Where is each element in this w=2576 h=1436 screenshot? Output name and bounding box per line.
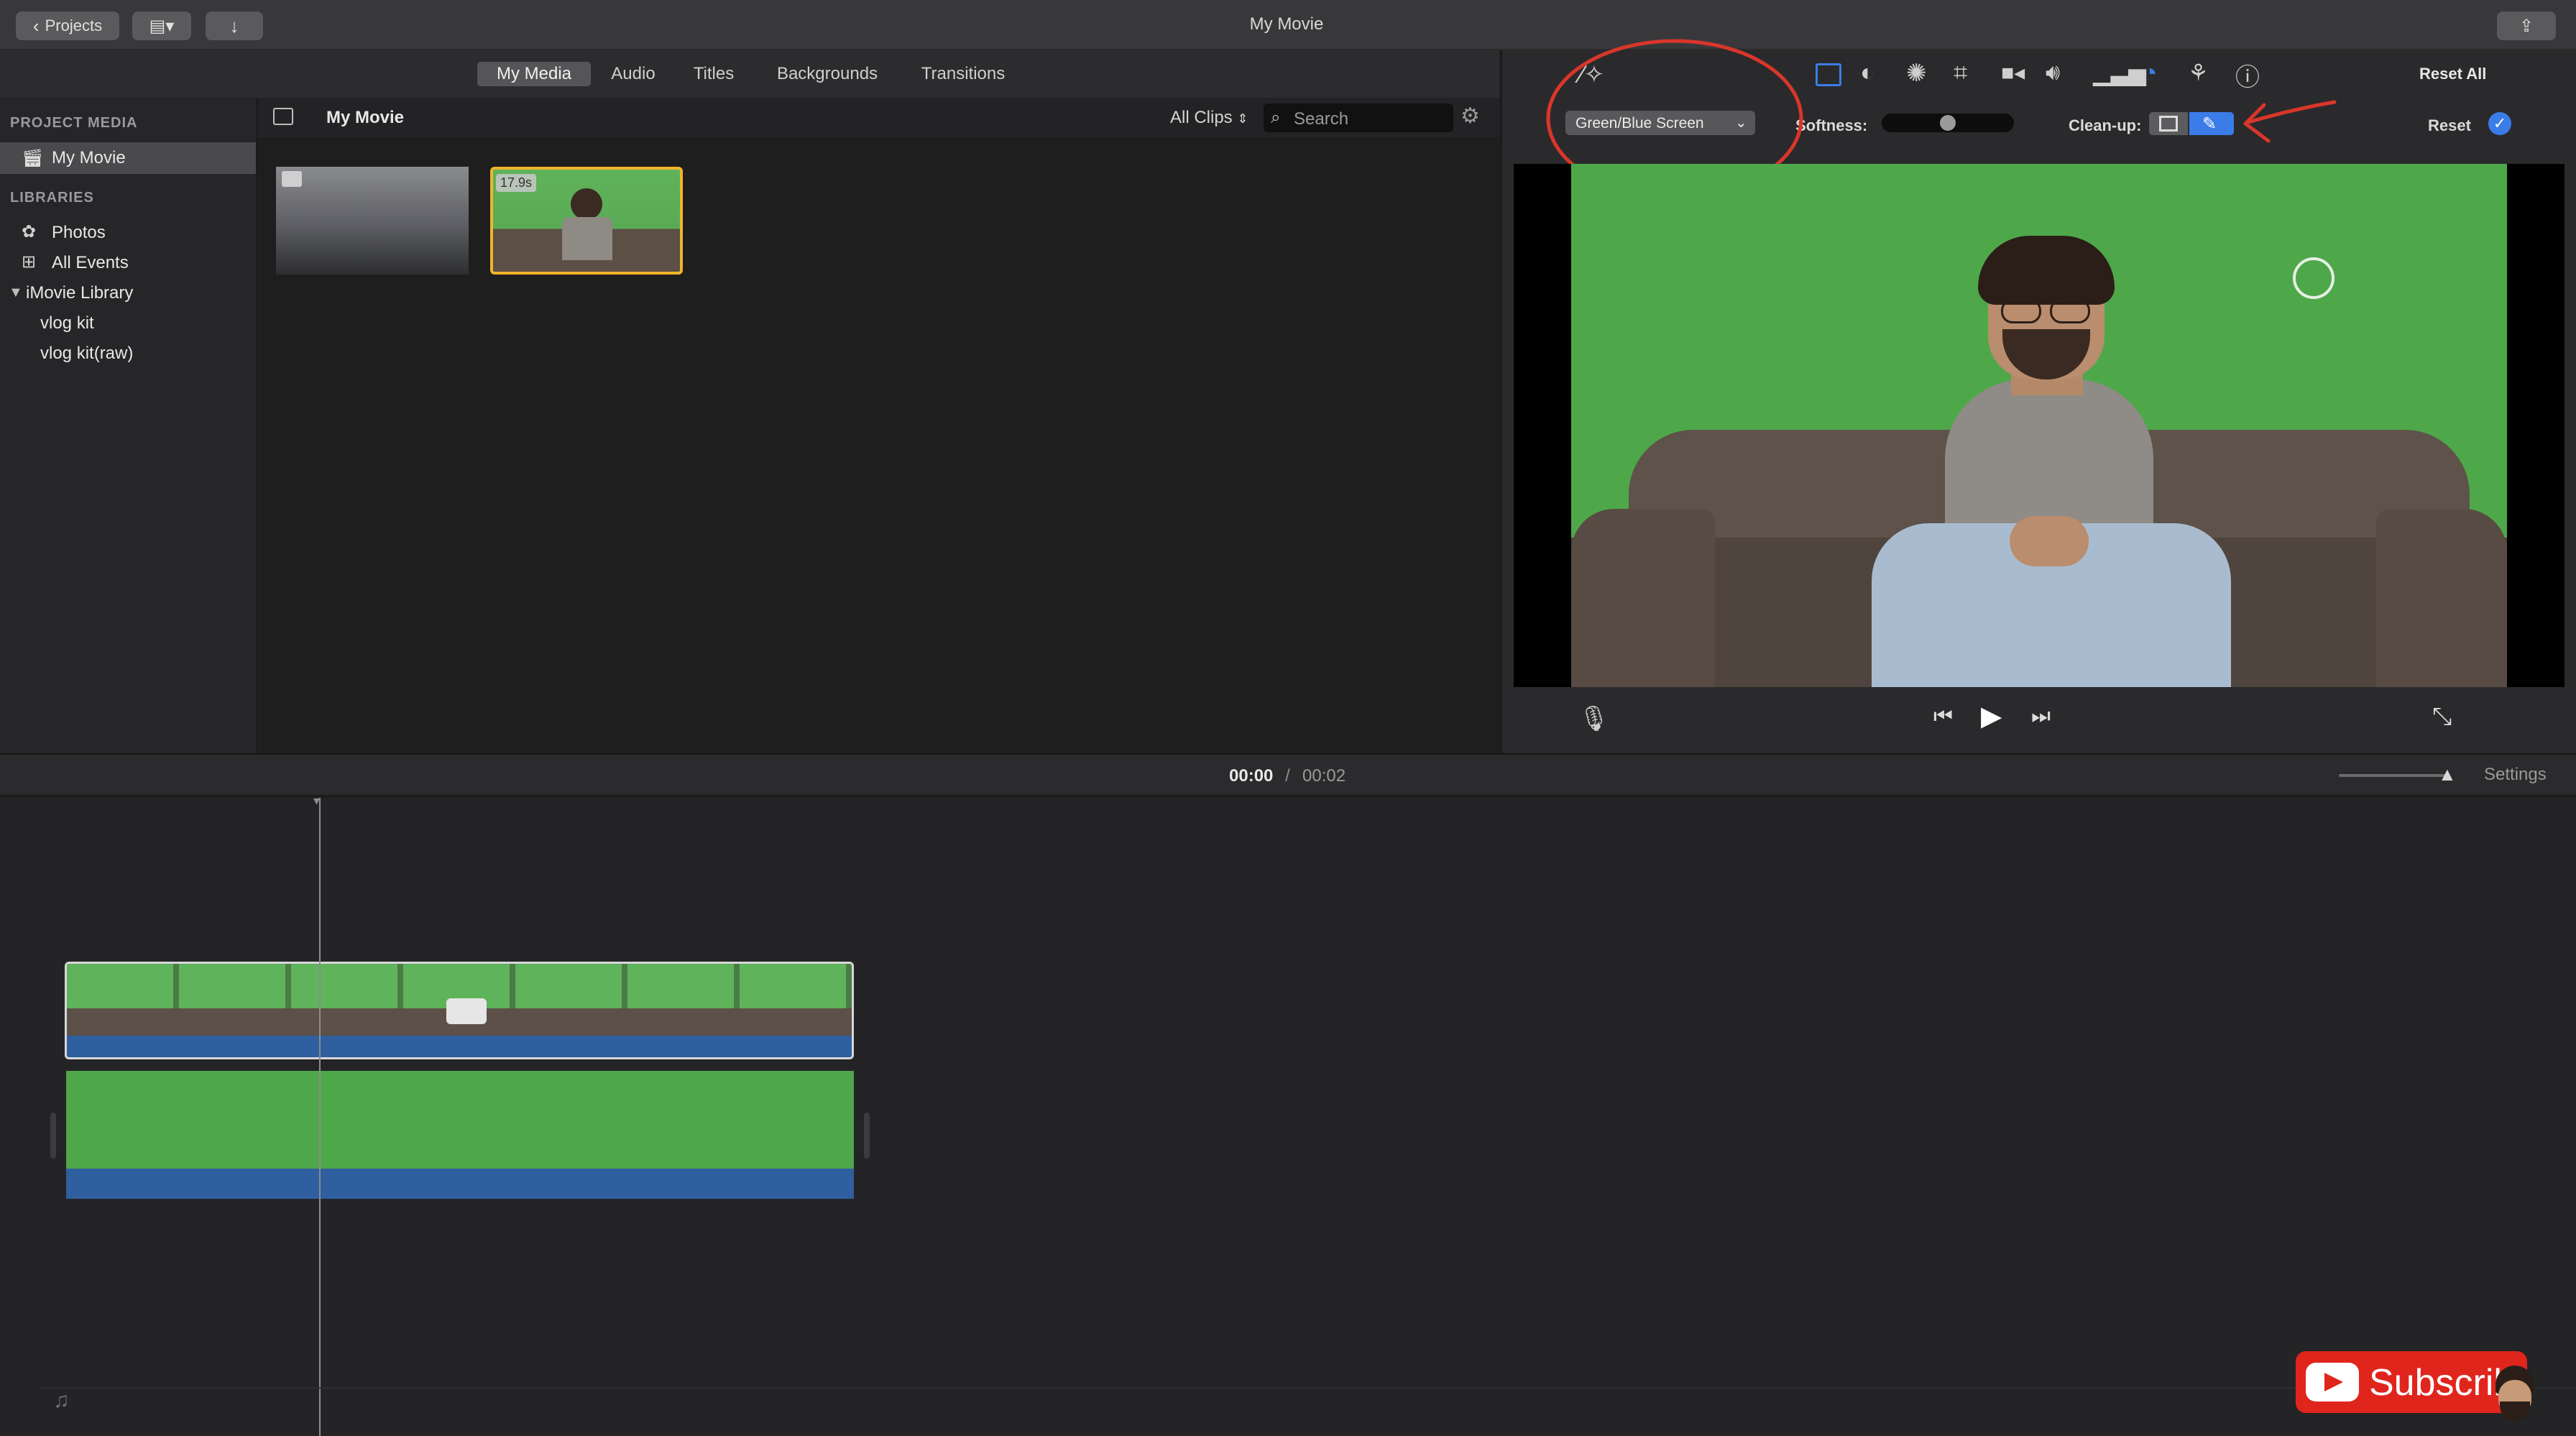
project-media-heading: PROJECT MEDIA bbox=[10, 115, 138, 131]
equalizer-icon[interactable]: ▁▃▅ bbox=[2093, 59, 2146, 86]
share-button[interactable]: ⇪ bbox=[2497, 11, 2556, 40]
apply-checkmark-icon[interactable]: ✓ bbox=[2488, 112, 2511, 135]
media-tabs-bar bbox=[0, 50, 1499, 98]
tab-titles[interactable]: Titles bbox=[683, 62, 745, 86]
music-lane bbox=[40, 1387, 2576, 1389]
title-bar: ‹ Projects ▤▾ ↓ My Movie ⇪ bbox=[0, 0, 2576, 50]
music-note-icon: ♫ bbox=[53, 1389, 70, 1412]
cursor-ring-icon bbox=[2293, 257, 2334, 299]
annotation-arrow bbox=[2243, 100, 2337, 143]
clip-audio-waveform bbox=[67, 1036, 852, 1057]
color-palette-icon[interactable]: ✺ bbox=[1906, 59, 1927, 88]
zoom-slider[interactable] bbox=[2339, 774, 2447, 777]
window-title: My Movie bbox=[1249, 14, 1324, 34]
total-time: 00:02 bbox=[1302, 766, 1346, 786]
clip-trim-handle-right[interactable] bbox=[864, 1113, 870, 1159]
crop-frame-icon bbox=[2159, 116, 2178, 132]
search-input[interactable]: ⌕ Search bbox=[1264, 103, 1453, 132]
clip-thumbnail-green-screen[interactable]: 17.9s bbox=[490, 167, 683, 275]
sidebar-item-vlog-kit-raw[interactable]: vlog kit(raw) bbox=[40, 344, 133, 364]
search-icon: ⌕ bbox=[1271, 108, 1281, 127]
zoom-slider-thumb[interactable]: ▲ bbox=[2438, 763, 2457, 786]
reset-button[interactable]: Reset bbox=[2428, 116, 2471, 135]
clip-sync-badge-icon bbox=[446, 998, 487, 1024]
sidebar-item-my-movie[interactable]: 🎬︎ My Movie bbox=[0, 142, 256, 174]
browser-title: My Movie bbox=[326, 108, 405, 127]
camera-icon bbox=[282, 171, 302, 187]
browser-toolbar: My Movie All Clips ⇕ ⌕ Search ⚙ bbox=[259, 98, 1499, 139]
cleanup-eraser-button[interactable]: ✎ bbox=[2189, 112, 2234, 135]
sidebar-toggle-icon[interactable] bbox=[273, 108, 293, 125]
overlay-green-clip[interactable] bbox=[66, 1071, 854, 1169]
tab-transitions[interactable]: Transitions bbox=[910, 62, 1016, 86]
fullscreen-icon[interactable]: ⤡ bbox=[2432, 703, 2452, 731]
import-button[interactable]: ↓ bbox=[206, 11, 263, 40]
disclosure-triangle-icon[interactable]: ▼ bbox=[9, 285, 23, 301]
person-hair bbox=[1978, 236, 2115, 305]
clip-trim-handle-left[interactable] bbox=[50, 1113, 56, 1159]
tab-backgrounds[interactable]: Backgrounds bbox=[768, 62, 887, 86]
cleanup-crop-button[interactable] bbox=[2149, 112, 2188, 135]
gear-icon[interactable]: ⚙ bbox=[1460, 103, 1480, 129]
tab-audio[interactable]: Audio bbox=[601, 62, 666, 86]
play-icon[interactable]: ▶ bbox=[1981, 700, 2002, 732]
avatar bbox=[2490, 1366, 2540, 1430]
eraser-icon: ✎ bbox=[2202, 114, 2217, 134]
current-time: 00:00 bbox=[1229, 766, 1274, 786]
crop-icon[interactable]: ⌗ bbox=[1954, 59, 1967, 87]
sidebar-item-vlog-kit[interactable]: vlog kit bbox=[40, 313, 94, 333]
reset-all-button[interactable]: Reset All bbox=[2419, 65, 2486, 83]
clip-thumbnail-background[interactable] bbox=[276, 167, 469, 275]
person-body bbox=[562, 217, 612, 260]
share-icon: ⇪ bbox=[2518, 16, 2534, 36]
clapper-icon: 🎬︎ bbox=[22, 149, 44, 168]
glasses-left bbox=[2001, 299, 2041, 323]
stabilization-camera-icon[interactable]: ■◂ bbox=[2001, 60, 2025, 86]
clip-filter-icon[interactable]: ⚘ bbox=[2188, 59, 2209, 86]
microphone-icon[interactable]: 🎙︎ bbox=[1578, 704, 1609, 733]
sidebar-item-all-events[interactable]: ⊞ All Events bbox=[0, 249, 256, 277]
cleanup-label: Clean-up: bbox=[2069, 116, 2142, 134]
youtube-play-icon bbox=[2306, 1363, 2359, 1402]
color-balance-icon[interactable]: ◐ bbox=[1860, 59, 1875, 87]
libraries-heading: LIBRARIES bbox=[10, 190, 94, 206]
time-separator: / bbox=[1285, 766, 1290, 786]
chevron-left-icon: ‹ bbox=[32, 14, 40, 37]
speed-icon[interactable]: ◔ bbox=[2142, 57, 2158, 88]
couch-arm-right bbox=[2376, 509, 2507, 687]
settings-button[interactable]: Settings bbox=[2484, 765, 2547, 785]
sidebar-item-photos[interactable]: ✿ Photos bbox=[0, 218, 256, 247]
sidebar-item-imovie-library[interactable]: ▼ iMovie Library bbox=[0, 279, 256, 308]
green-screen-frame bbox=[1571, 164, 2507, 687]
softness-slider-knob[interactable] bbox=[1940, 115, 1956, 131]
all-clips-filter[interactable]: All Clips ⇕ bbox=[1170, 108, 1248, 128]
film-strip-icon: ▤▾ bbox=[149, 16, 175, 36]
skip-forward-icon[interactable]: ⏭ bbox=[2031, 704, 2051, 729]
download-arrow-icon: ↓ bbox=[229, 14, 239, 37]
playhead[interactable] bbox=[319, 798, 321, 1436]
tab-my-media[interactable]: My Media bbox=[477, 62, 591, 86]
video-overlay-icon[interactable] bbox=[1816, 63, 1841, 86]
timeline-toolbar: 00:00 / 00:02 ▲ Settings bbox=[0, 753, 2576, 796]
person-thumbnail bbox=[571, 188, 602, 220]
photos-icon: ✿ bbox=[22, 222, 37, 241]
couch-arm-left bbox=[1571, 509, 1715, 687]
overlay-clip-audio[interactable] bbox=[66, 1169, 854, 1199]
up-down-chevron-icon: ⇕ bbox=[1237, 111, 1248, 126]
clip-duration-badge: 17.9s bbox=[496, 174, 537, 192]
glasses-right bbox=[2050, 299, 2090, 323]
skip-back-icon[interactable]: ⏮ bbox=[1933, 704, 1953, 729]
projects-button[interactable]: ‹ Projects bbox=[16, 11, 119, 40]
main-video-clip[interactable] bbox=[65, 962, 854, 1059]
person-hands bbox=[2010, 516, 2089, 566]
softness-slider[interactable] bbox=[1882, 114, 2014, 132]
playhead-marker-icon: ▾ bbox=[313, 793, 321, 808]
volume-icon[interactable]: 🔊︎ bbox=[2046, 59, 2060, 86]
media-import-button[interactable]: ▤▾ bbox=[132, 11, 191, 40]
star-box-icon: ⊞ bbox=[22, 252, 37, 272]
